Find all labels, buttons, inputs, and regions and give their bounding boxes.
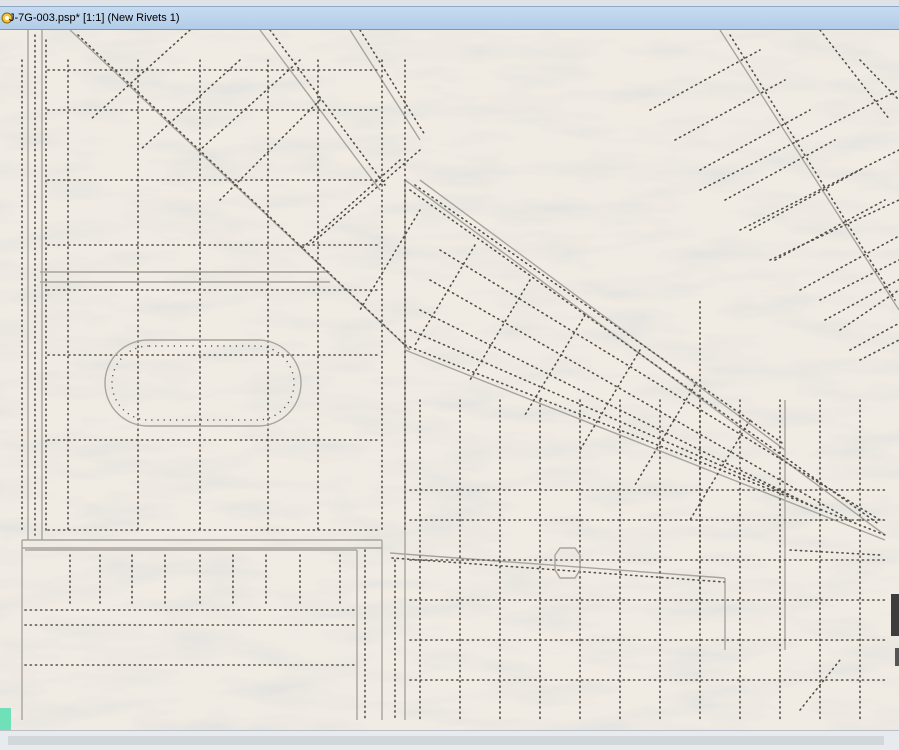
horizontal-scrollbar[interactable] xyxy=(8,736,884,745)
tool-palette-thumbnail[interactable] xyxy=(891,594,899,636)
palette-handle[interactable] xyxy=(895,648,899,666)
document-titlebar[interactable]: J-7G-003.psp* [1:1] (New Rivets 1) xyxy=(0,6,899,30)
image-canvas[interactable] xyxy=(0,30,899,730)
color-swatch xyxy=(0,708,11,730)
document-title: J-7G-003.psp* [1:1] (New Rivets 1) xyxy=(9,12,180,24)
rivet-texture-image xyxy=(0,30,899,730)
status-bar xyxy=(0,730,899,750)
image-document-window: J-7G-003.psp* [1:1] (New Rivets 1) xyxy=(0,0,899,750)
